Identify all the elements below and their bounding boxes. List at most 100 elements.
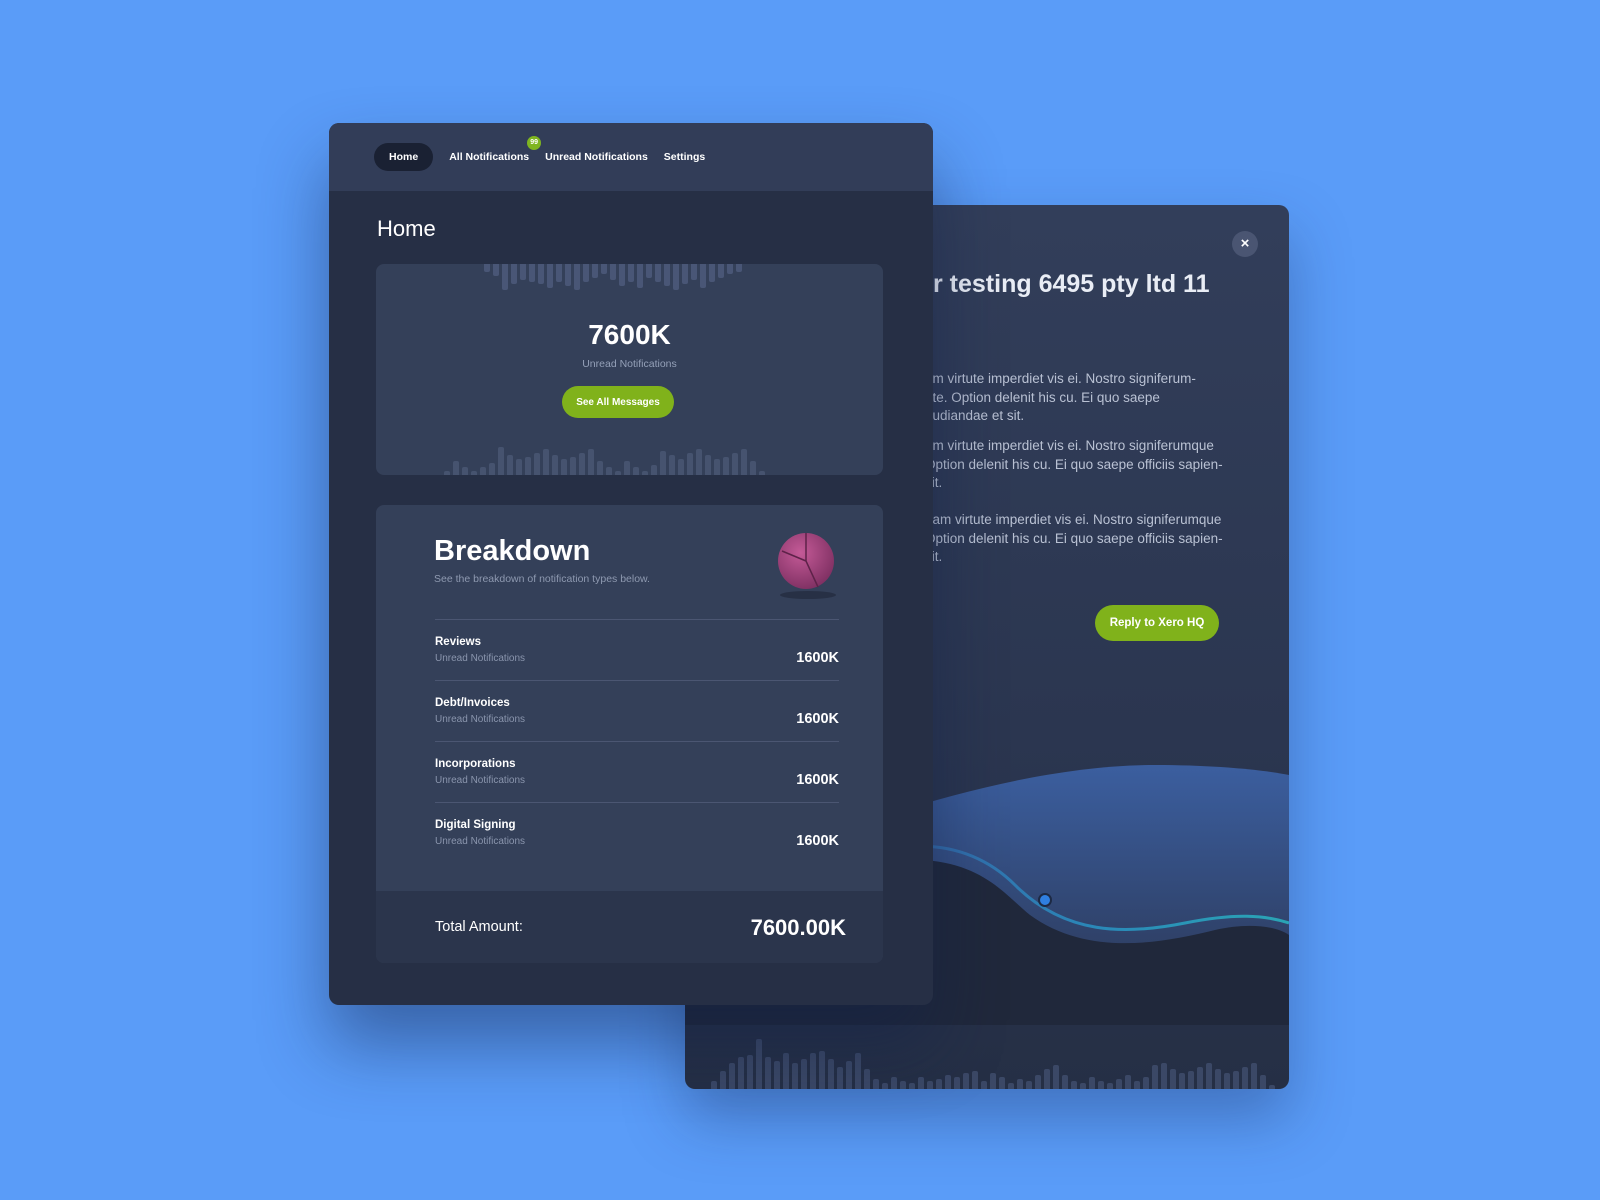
item-sub: Unread Notifications bbox=[435, 653, 526, 664]
decor-bar bbox=[633, 467, 639, 475]
close-button[interactable]: × bbox=[1232, 231, 1258, 257]
decor-bar bbox=[723, 457, 729, 475]
decor-bar bbox=[714, 459, 720, 475]
tab-home[interactable]: Home bbox=[374, 143, 434, 171]
decor-bar bbox=[637, 264, 643, 288]
bar-decoration bbox=[444, 447, 765, 475]
tab-all-notifications[interactable]: All Notifications 99 bbox=[449, 136, 542, 171]
decor-bar bbox=[954, 1077, 960, 1089]
decor-bar bbox=[529, 264, 535, 282]
decor-bar bbox=[525, 457, 531, 475]
decor-bar bbox=[1233, 1071, 1239, 1089]
decor-bar bbox=[624, 461, 630, 475]
decor-bar bbox=[1242, 1067, 1248, 1089]
decor-bar bbox=[990, 1073, 996, 1089]
decor-bar bbox=[1017, 1079, 1023, 1089]
decor-bar bbox=[1206, 1063, 1212, 1089]
decor-bar bbox=[498, 447, 504, 475]
decor-bar bbox=[552, 455, 558, 475]
decor-bar bbox=[718, 264, 724, 278]
decor-bar bbox=[1215, 1069, 1221, 1089]
decor-bar bbox=[615, 471, 621, 475]
decor-bar bbox=[729, 1063, 735, 1089]
decor-bar bbox=[1062, 1075, 1068, 1089]
decor-bar bbox=[1143, 1077, 1149, 1089]
decor-bar bbox=[561, 459, 567, 475]
decor-bar bbox=[610, 264, 616, 280]
decor-bar bbox=[1098, 1081, 1104, 1089]
reply-button[interactable]: Reply to Xero HQ bbox=[1095, 605, 1219, 641]
decor-bar bbox=[711, 1081, 717, 1089]
bar-decoration bbox=[711, 1029, 1275, 1089]
decor-bar bbox=[696, 449, 702, 475]
decor-bar bbox=[1269, 1085, 1275, 1089]
decor-bar bbox=[732, 453, 738, 475]
decor-bar bbox=[687, 453, 693, 475]
decor-bar bbox=[750, 461, 756, 475]
decor-bar bbox=[1053, 1065, 1059, 1089]
decor-bar bbox=[1188, 1071, 1194, 1089]
tab-settings[interactable]: Settings bbox=[664, 143, 705, 171]
decor-bar bbox=[765, 1057, 771, 1089]
decor-bar bbox=[642, 471, 648, 475]
decor-bar bbox=[547, 264, 553, 288]
unread-count-label: Unread Notifications bbox=[582, 358, 677, 370]
decor-bar bbox=[655, 264, 661, 282]
total-amount: 7600.00K bbox=[750, 915, 846, 940]
item-name: Incorporations bbox=[435, 758, 516, 770]
decor-bar bbox=[709, 264, 715, 282]
decor-bar bbox=[810, 1053, 816, 1089]
decor-bar bbox=[747, 1055, 753, 1089]
decor-bar bbox=[705, 455, 711, 475]
decor-bar bbox=[556, 264, 562, 282]
decor-bar bbox=[837, 1067, 843, 1089]
decor-bar bbox=[480, 467, 486, 475]
list-item: Incorporations Unread Notifications 1600… bbox=[435, 741, 839, 802]
list-item: Digital Signing Unread Notifications 160… bbox=[435, 802, 839, 863]
decor-bar bbox=[489, 463, 495, 475]
page-title: Home bbox=[377, 216, 436, 241]
tab-unread-notifications[interactable]: Unread Notifications bbox=[545, 143, 648, 171]
decor-bar bbox=[520, 264, 526, 280]
decor-bar bbox=[736, 264, 742, 272]
decor-bar bbox=[1197, 1067, 1203, 1089]
breakdown-title: Breakdown bbox=[434, 535, 591, 567]
home-panel: Home All Notifications 99 Unread Notific… bbox=[329, 123, 933, 1005]
decor-bar bbox=[1026, 1081, 1032, 1089]
decor-bar bbox=[909, 1083, 915, 1089]
decor-bar bbox=[1071, 1081, 1077, 1089]
decor-bar bbox=[534, 453, 540, 475]
decor-bar bbox=[673, 264, 679, 290]
decor-bar bbox=[543, 449, 549, 475]
decor-bar bbox=[819, 1051, 825, 1089]
decor-bar bbox=[900, 1081, 906, 1089]
breakdown-card: Breakdown See the breakdown of notificat… bbox=[376, 505, 883, 963]
decor-bar bbox=[678, 459, 684, 475]
decor-bar bbox=[691, 264, 697, 280]
decor-bar bbox=[756, 1039, 762, 1089]
decor-bar bbox=[597, 461, 603, 475]
list-item: Reviews Unread Notifications 1600K bbox=[435, 619, 839, 680]
decor-bar bbox=[891, 1077, 897, 1089]
decor-bar bbox=[619, 264, 625, 286]
decor-bar bbox=[462, 467, 468, 475]
item-name: Reviews bbox=[435, 636, 482, 648]
top-nav: Home All Notifications 99 Unread Notific… bbox=[329, 123, 933, 191]
total-label: Total Amount: bbox=[435, 919, 523, 935]
decor-bar bbox=[651, 465, 657, 475]
decor-bar bbox=[606, 467, 612, 475]
decor-bar bbox=[999, 1077, 1005, 1089]
decor-bar bbox=[583, 264, 589, 282]
item-value: 1600K bbox=[796, 650, 839, 666]
decor-bar bbox=[660, 451, 666, 475]
decor-bar bbox=[484, 264, 490, 272]
decor-bar bbox=[846, 1061, 852, 1089]
see-all-messages-button[interactable]: See All Messages bbox=[562, 386, 674, 418]
breakdown-description: See the breakdown of notification types … bbox=[434, 573, 650, 585]
decor-bar bbox=[792, 1063, 798, 1089]
decor-bar bbox=[682, 264, 688, 284]
item-value: 1600K bbox=[796, 772, 839, 788]
decor-bar bbox=[1035, 1075, 1041, 1089]
decor-bar bbox=[601, 264, 607, 274]
item-sub: Unread Notifications bbox=[435, 775, 526, 786]
